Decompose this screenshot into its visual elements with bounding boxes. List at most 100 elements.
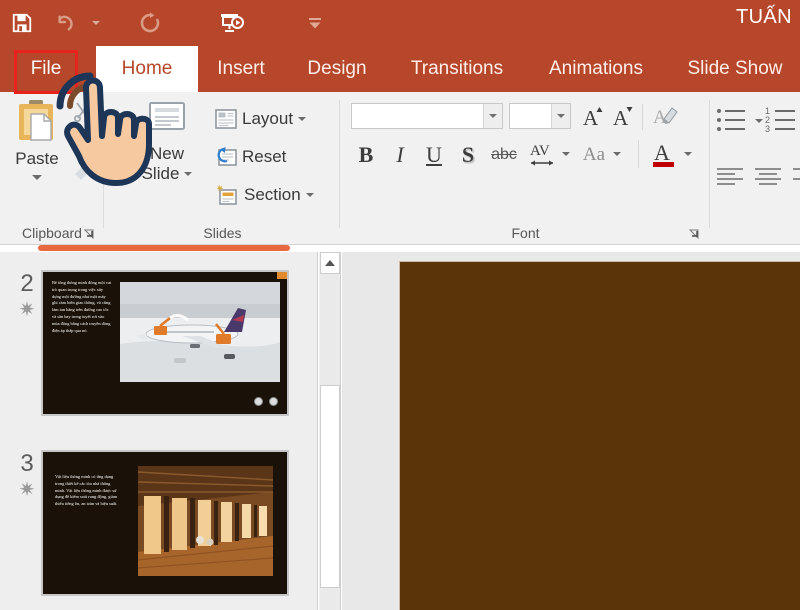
slide-thumb-frame-3[interactable]: Vật liệu thông minh có ứng dụng trong th…: [41, 450, 289, 596]
user-name-label: TUẤN: [736, 6, 792, 29]
increase-font-size-icon[interactable]: A: [579, 102, 607, 130]
font-name-dropdown-icon[interactable]: [483, 104, 502, 128]
scroll-up-button[interactable]: [320, 252, 340, 274]
paste-dropdown-icon[interactable]: [32, 175, 42, 180]
ribbon-underline-annotation: [38, 245, 290, 251]
svg-text:A: A: [583, 106, 599, 129]
tab-slide-show[interactable]: Slide Show: [676, 46, 794, 92]
reset-label: Reset: [242, 147, 286, 167]
save-icon[interactable]: [0, 3, 44, 43]
slide-2-badge-2: [269, 397, 278, 406]
paste-label: Paste: [15, 149, 58, 169]
align-center-icon[interactable]: [753, 166, 785, 197]
section-button[interactable]: Section: [215, 178, 314, 212]
underline-icon[interactable]: U: [419, 140, 449, 170]
section-label: Section: [244, 185, 301, 205]
slide-2-corner-mark: [277, 272, 287, 279]
change-case-icon[interactable]: Aa: [578, 142, 610, 168]
change-case-dropdown-icon[interactable]: [613, 152, 621, 156]
ribbon-group-slides: New Slide Layout: [105, 92, 340, 245]
character-spacing-icon[interactable]: AV: [527, 138, 559, 170]
slide-thumb-frame-2[interactable]: Bê tông thông minh đóng một vai trò quan…: [41, 270, 289, 416]
bold-icon[interactable]: B: [351, 140, 381, 170]
text-shadow-icon[interactable]: S: [453, 140, 483, 170]
powerpoint-window: TUẤN File Home Insert Design Transitions…: [0, 0, 800, 610]
slide-3-image: [138, 466, 273, 576]
svg-text:AV: AV: [530, 143, 550, 159]
paste-button[interactable]: Paste: [6, 98, 68, 180]
cut-icon[interactable]: [72, 100, 94, 127]
font-name-input[interactable]: [351, 103, 503, 129]
group-label-slides: Slides: [105, 225, 340, 241]
reset-icon: [215, 147, 237, 167]
section-dropdown-icon[interactable]: [306, 193, 314, 197]
slide-2-image: [120, 282, 280, 382]
slide-number-2: 2: [14, 270, 40, 298]
layout-dropdown-icon[interactable]: [298, 117, 306, 121]
decrease-font-size-icon[interactable]: A: [609, 102, 637, 130]
scroll-thumb[interactable]: [320, 385, 340, 588]
clear-formatting-icon[interactable]: A: [651, 102, 681, 130]
layout-icon: [215, 109, 237, 129]
tab-home[interactable]: Home: [96, 46, 198, 92]
svg-text:A: A: [613, 106, 629, 129]
slide-2-badge-1: [254, 397, 263, 406]
font-color-dropdown-icon[interactable]: [684, 152, 692, 156]
font-size-dropdown-icon[interactable]: [551, 104, 570, 128]
title-bar: TUẤN: [0, 0, 800, 46]
thumbnail-slide-2[interactable]: 2 ✷ Bê tông thông minh đóng một vai trò …: [0, 270, 318, 420]
slide-animation-star-2: ✷: [14, 300, 40, 320]
reset-button[interactable]: Reset: [215, 140, 286, 174]
ribbon-group-clipboard: Paste: [0, 92, 104, 245]
thumbnail-scrollbar[interactable]: [319, 252, 341, 610]
slide-animation-star-3: ✷: [14, 480, 40, 500]
svg-text:A: A: [654, 140, 670, 165]
layout-label: Layout: [242, 109, 293, 129]
svg-text:3: 3: [765, 124, 770, 134]
bullets-dropdown-icon[interactable]: [755, 119, 763, 123]
thumbnail-slide-3[interactable]: 3 ✷ Vật liệu thông minh có ứng dụng tron…: [0, 450, 318, 600]
font-size-input[interactable]: [509, 103, 571, 129]
slide-editor-area[interactable]: [342, 252, 800, 610]
group-label-font: Font: [341, 225, 710, 241]
align-left-icon[interactable]: [715, 166, 747, 197]
align-right-icon[interactable]: [791, 166, 800, 197]
strikethrough-icon[interactable]: abc: [487, 142, 521, 168]
character-spacing-dropdown-icon[interactable]: [562, 152, 570, 156]
paste-icon: [15, 98, 59, 148]
layout-button[interactable]: Layout: [215, 102, 306, 136]
tab-transitions[interactable]: Transitions: [396, 46, 518, 92]
current-slide-canvas[interactable]: [400, 262, 800, 610]
ribbon-tabs: File Home Insert Design Transitions Anim…: [0, 46, 800, 92]
clipboard-dialog-launcher[interactable]: [84, 228, 96, 240]
ribbon-group-paragraph: 1 2 3: [711, 92, 800, 245]
tab-design[interactable]: Design: [292, 46, 382, 92]
copy-icon[interactable]: [72, 128, 96, 157]
new-slide-label-line1: New: [150, 144, 184, 163]
section-icon: [215, 184, 239, 206]
new-slide-label-line2: Slide: [142, 164, 180, 183]
tab-insert[interactable]: Insert: [204, 46, 278, 92]
customize-qat-icon[interactable]: [296, 0, 334, 46]
format-painter-icon[interactable]: [72, 158, 98, 187]
font-dialog-launcher[interactable]: [689, 228, 701, 240]
slide-thumbnail-pane[interactable]: 2 ✷ Bê tông thông minh đóng một vai trò …: [0, 252, 318, 610]
tab-animations[interactable]: Animations: [534, 46, 658, 92]
slide-2-body-text: Bê tông thông minh đóng một vai trò quan…: [52, 280, 112, 335]
bullets-icon[interactable]: [715, 106, 755, 141]
quick-access-toolbar: [0, 0, 254, 46]
italic-icon[interactable]: I: [385, 140, 415, 170]
numbering-icon[interactable]: 1 2 3: [765, 106, 800, 141]
new-slide-dropdown-icon[interactable]: [184, 172, 192, 176]
slide-3-body-text: Vật liệu thông minh có ứng dụng trong th…: [55, 474, 121, 508]
ribbon-content: Paste: [0, 92, 800, 245]
new-slide-button[interactable]: New Slide: [125, 100, 209, 184]
start-presentation-icon[interactable]: [210, 3, 254, 43]
undo-dropdown-icon[interactable]: [88, 3, 104, 43]
tab-file[interactable]: File: [18, 46, 74, 92]
slide-number-3: 3: [14, 450, 40, 478]
redo-icon[interactable]: [128, 3, 172, 43]
ribbon-group-font: A A A B I U S abc: [341, 92, 710, 245]
undo-icon[interactable]: [44, 3, 88, 43]
font-color-icon[interactable]: A: [649, 138, 679, 170]
